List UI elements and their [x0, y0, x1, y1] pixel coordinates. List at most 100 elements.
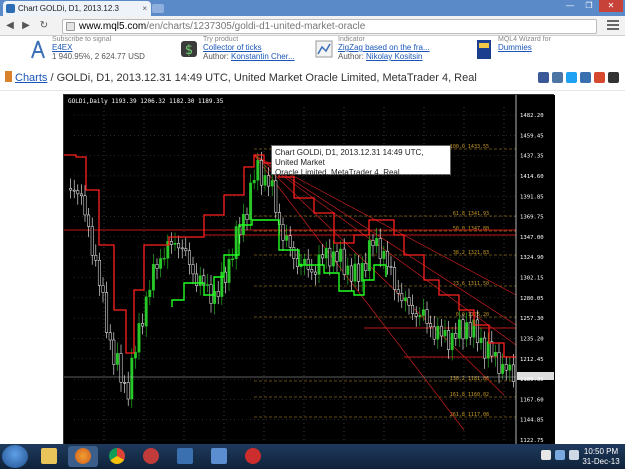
googleplus-icon[interactable] [594, 72, 605, 83]
new-tab-button[interactable] [152, 4, 164, 13]
share-icon[interactable] [608, 72, 619, 83]
dollar-product-icon: $ [181, 41, 197, 58]
promo-meta: Author: Nikolay Kositsin [338, 52, 423, 61]
candle-body [382, 250, 386, 259]
candle-body [346, 265, 350, 275]
candle-body [169, 241, 173, 245]
candle-body [429, 323, 433, 328]
candle-body [378, 238, 382, 259]
volume-icon[interactable] [569, 450, 579, 460]
price-label: 1212.45 [520, 357, 544, 363]
system-tray [541, 450, 579, 460]
candle-body [475, 319, 479, 343]
chart-image: 100.0 1433.55 61.8 1341.93 50.0 1347.80 38.… [63, 94, 555, 445]
fib-level-label: 100.0 1433.55 [450, 144, 489, 150]
candle-body [436, 325, 440, 340]
reload-icon[interactable]: ↻ [38, 20, 50, 32]
taskbar-explorer[interactable] [34, 446, 64, 467]
candle-body [497, 352, 501, 374]
tray-icon[interactable] [541, 450, 551, 460]
screen: Chart GOLDi, D1, 2013.12.3 × — ❐ ✕ ◀ ▶ ↻… [0, 0, 625, 469]
price-label: 1302.15 [520, 276, 544, 282]
taskbar-chrome[interactable] [102, 446, 132, 467]
minimize-button[interactable]: — [561, 0, 579, 12]
divider [0, 90, 625, 91]
candle-body [112, 339, 116, 365]
price-label: 1437.35 [520, 154, 544, 160]
candle-body [249, 182, 253, 221]
price-label: 1257.30 [520, 316, 544, 322]
promo-link[interactable]: ZigZag based on the fra... [338, 43, 453, 52]
promo-link[interactable]: Collector of ticks [203, 43, 323, 52]
tooltip-line-1: Chart GOLDi, D1, 2013.12.31 14:49 UTC, U… [275, 148, 424, 167]
candle-body [259, 160, 263, 186]
promo-author-link[interactable]: Konstantin Cher... [231, 52, 295, 61]
back-arrow-icon[interactable]: ◀ [4, 20, 16, 32]
close-window-button[interactable]: ✕ [599, 0, 623, 12]
price-label: 1347.00 [520, 235, 544, 241]
candle-body [400, 293, 404, 302]
candle-body [324, 247, 328, 259]
candle-body [180, 247, 184, 250]
start-button[interactable] [2, 445, 28, 468]
candle-body [465, 322, 469, 340]
facebook-icon[interactable] [538, 72, 549, 83]
tab-close-icon[interactable]: × [142, 4, 147, 13]
promo-caption: MQL4 Wizard for [498, 36, 551, 43]
candle-body [177, 242, 181, 249]
candle-body [234, 226, 238, 259]
windows-taskbar: 10:50 PM 31-Dec-13 [0, 444, 625, 469]
linkedin-icon[interactable] [580, 72, 591, 83]
candle-body [83, 195, 87, 216]
maximize-button[interactable]: ❐ [580, 0, 598, 12]
price-label: 1391.85 [520, 194, 544, 200]
vk-icon[interactable] [552, 72, 563, 83]
candle-body [126, 382, 130, 400]
promo-author-link[interactable]: Nikolay Kositsin [366, 52, 422, 61]
promo-link[interactable]: E4EX [52, 43, 172, 52]
fib-level-label: 38.2 1321.83 [453, 250, 489, 256]
tab-title: Chart GOLDi, D1, 2013.12.3 [18, 4, 119, 13]
mql5-favicon-icon [6, 4, 15, 13]
taskbar-app[interactable] [238, 446, 268, 467]
candle-body [195, 273, 199, 287]
breadcrumb-charts-link[interactable]: Charts [15, 72, 47, 84]
twitter-icon[interactable] [566, 72, 577, 83]
candle-body [357, 263, 361, 282]
taskbar-firefox[interactable] [68, 446, 98, 467]
candle-body [263, 175, 267, 186]
network-icon[interactable] [555, 450, 565, 460]
address-bar[interactable]: www.mql5.com/en/charts/1237305/goldi-d1-… [62, 19, 597, 34]
candle-body [87, 214, 91, 227]
browser-menu-icon[interactable] [607, 20, 619, 32]
promo-meta: 1 940.95%, 2 624.77 USD [52, 52, 145, 61]
candle-body [144, 296, 148, 327]
breadcrumb: Charts / GOLDi, D1, 2013.12.31 14:49 UTC… [0, 68, 625, 88]
chart-tooltip: Chart GOLDi, D1, 2013.12.31 14:49 UTC, U… [271, 145, 451, 177]
candle-body [216, 291, 220, 297]
chart-header-text: GOLDi,Daily 1193.39 1206.32 1182.30 1189… [68, 98, 224, 105]
candle-body [367, 240, 371, 271]
fib-level-label: 61.8 1341.93 [453, 211, 489, 217]
candle-body [285, 235, 289, 241]
candle-body [375, 238, 379, 246]
taskbar-terminal[interactable] [170, 446, 200, 467]
candle-body [385, 250, 389, 267]
candle-body [353, 263, 357, 282]
forward-arrow-icon[interactable]: ▶ [20, 20, 32, 32]
candle-body [231, 258, 235, 260]
candle-body [421, 309, 425, 316]
browser-tab[interactable]: Chart GOLDi, D1, 2013.12.3 × [3, 1, 151, 16]
price-label: 1482.20 [520, 113, 544, 119]
taskbar-network[interactable] [204, 446, 234, 467]
taskbar-clock[interactable]: 10:50 PM 31-Dec-13 [581, 447, 621, 467]
candle-body [295, 258, 299, 267]
candle-body [105, 292, 109, 333]
taskbar-media[interactable] [136, 446, 166, 467]
promo-link[interactable]: Dummies [498, 43, 608, 52]
candle-body [349, 265, 353, 282]
promo-strip: Subscribe to signal E4EX 1 940.95%, 2 62… [0, 36, 625, 66]
candle-body [76, 190, 80, 195]
price-label: 1414.60 [520, 174, 544, 180]
candle-body [511, 364, 515, 382]
